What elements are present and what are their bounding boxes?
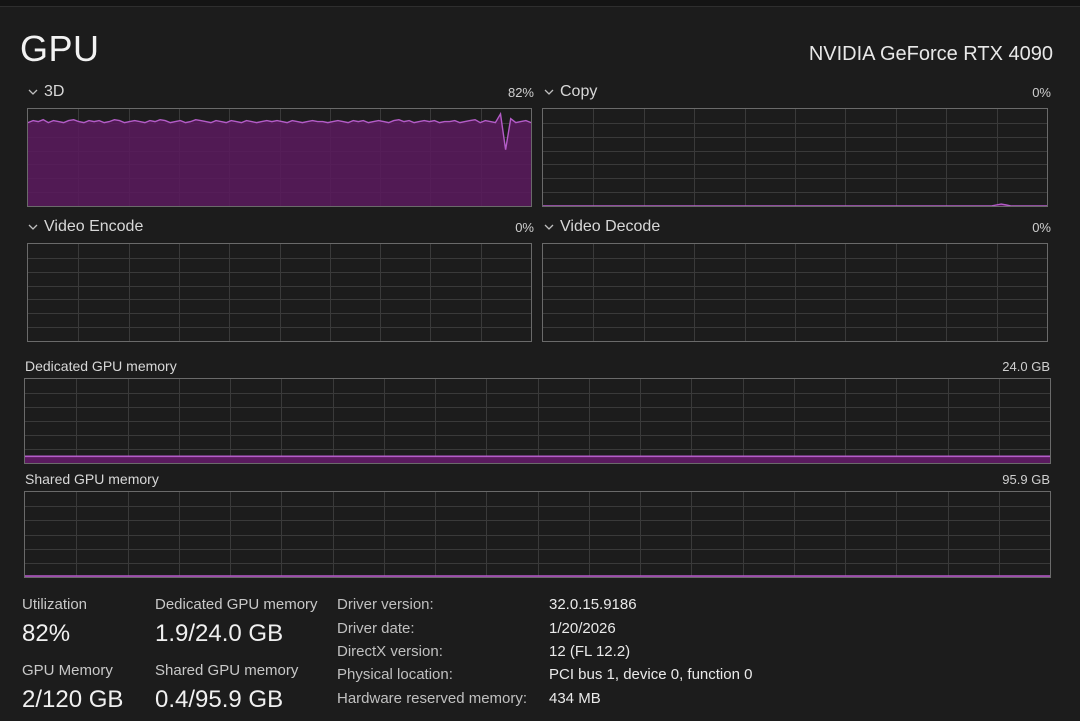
graph-canvas	[25, 492, 1050, 577]
engine-series-area	[28, 113, 531, 206]
chevron-down-icon[interactable]	[544, 87, 554, 97]
physical-location-value: PCI bus 1, device 0, function 0	[549, 666, 753, 683]
engine-percent-3d: 82%	[507, 84, 534, 100]
graph-3d	[27, 108, 532, 207]
graph-canvas	[28, 244, 531, 341]
graph-header-video-encode: Video Encode 0%	[28, 217, 534, 237]
graph-copy	[542, 108, 1048, 207]
shared-memory-capacity: 95.9 GB	[1002, 471, 1050, 487]
physical-location-label: Physical location:	[337, 666, 453, 683]
engine-percent-video-encode: 0%	[515, 219, 534, 235]
engine-label-3d[interactable]: 3D	[44, 83, 64, 101]
shared-stat-value: 0.4/95.9 GB	[155, 686, 284, 713]
utilization-label: Utilization	[22, 596, 88, 613]
dedicated-memory-capacity: 24.0 GB	[1002, 358, 1050, 374]
reserved-memory-value: 434 MB	[549, 690, 601, 707]
graph-canvas	[543, 109, 1047, 206]
reserved-memory-label: Hardware reserved memory:	[337, 690, 528, 707]
dedicated-stat-label: Dedicated GPU memory	[155, 596, 318, 613]
shared-stat-label: Shared GPU memory	[155, 662, 299, 679]
graph-canvas	[28, 109, 531, 206]
engine-label-video-encode[interactable]: Video Encode	[44, 218, 143, 236]
chevron-down-icon[interactable]	[28, 87, 38, 97]
driver-version-label: Driver version:	[337, 596, 434, 613]
graph-header-3d: 3D 82%	[28, 82, 534, 102]
gpu-memory-value: 2/120 GB	[22, 686, 124, 713]
chevron-down-icon[interactable]	[28, 222, 38, 232]
driver-date-label: Driver date:	[337, 620, 415, 637]
shared-memory-label: Shared GPU memory	[25, 471, 159, 487]
window-top-edge	[0, 0, 1080, 7]
graph-header-video-decode: Video Decode 0%	[544, 217, 1051, 237]
dedicated-memory-label: Dedicated GPU memory	[25, 358, 177, 374]
graph-video-encode	[27, 243, 532, 342]
directx-value: 12 (FL 12.2)	[549, 643, 631, 660]
shared-memory-graph	[24, 491, 1051, 578]
engine-percent-copy: 0%	[1032, 84, 1051, 100]
graph-canvas	[543, 244, 1047, 341]
graph-canvas	[25, 379, 1050, 463]
graph-video-decode	[542, 243, 1048, 342]
driver-date-value: 1/20/2026	[549, 620, 616, 637]
memory-usage-area	[25, 456, 1050, 463]
dedicated-memory-graph	[24, 378, 1051, 464]
dedicated-stat-value: 1.9/24.0 GB	[155, 620, 284, 647]
engine-percent-video-decode: 0%	[1032, 219, 1051, 235]
page-title: GPU	[20, 28, 100, 69]
directx-label: DirectX version:	[337, 643, 443, 660]
shared-memory-header: Shared GPU memory 95.9 GB	[25, 470, 1050, 488]
gpu-memory-label: GPU Memory	[22, 662, 113, 679]
utilization-value: 82%	[22, 620, 71, 647]
engine-label-copy[interactable]: Copy	[560, 83, 597, 101]
device-name: NVIDIA GeForce RTX 4090	[808, 43, 1053, 65]
engine-label-video-decode[interactable]: Video Decode	[560, 218, 660, 236]
graph-header-copy: Copy 0%	[544, 82, 1051, 102]
dedicated-memory-header: Dedicated GPU memory 24.0 GB	[25, 357, 1050, 375]
driver-version-value: 32.0.15.9186	[549, 596, 637, 613]
chevron-down-icon[interactable]	[544, 222, 554, 232]
